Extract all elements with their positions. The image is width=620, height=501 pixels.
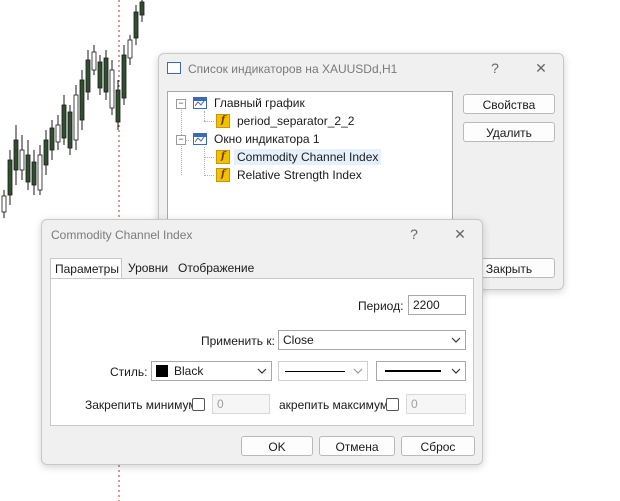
tree-item-rsi[interactable]: f Relative Strength Index [216,166,365,184]
tab-levels[interactable]: Уровни [124,258,174,278]
period-label: Период: [358,299,404,313]
chevron-down-icon [257,368,267,374]
candle-body [13,139,19,171]
candle-body [19,149,25,171]
chart-window-icon [193,97,207,109]
thin-line-icon [285,371,345,372]
candle-body [43,139,49,166]
period-field[interactable]: 2200 [408,295,466,315]
indicators-app-icon [167,62,181,74]
tree-item-label: Главный график [214,96,305,110]
candle-body [109,69,115,109]
candle-body [37,154,43,191]
candle-body [115,89,121,123]
candle-body [67,111,73,149]
apply-to-select[interactable]: Close [278,330,466,350]
candle-body [121,54,127,99]
close-icon[interactable]: ✕ [450,225,470,243]
candle-body [97,61,103,89]
style-color-value: Black [174,364,204,378]
tree-expander-main-chart[interactable]: − [176,99,186,109]
properties-button[interactable]: Свойства [463,94,555,114]
indicators-tree[interactable]: − − Главный график f period_separator_2_… [167,91,453,223]
delete-button[interactable]: Удалить [463,122,555,142]
close-icon[interactable]: ✕ [531,59,551,77]
candle-body [73,94,79,141]
tree-item-label: period_separator_2_2 [237,114,355,128]
tree-item-label: Relative Strength Index [237,168,362,182]
indicator-icon: f [216,168,230,182]
color-swatch [156,365,168,377]
candle-body [55,124,61,143]
line-width-select[interactable] [376,361,466,381]
style-color-select[interactable]: Black [151,361,272,381]
indicators-dialog-titlebar[interactable]: Список индикаторов на XAUUSDd,H1 ? ✕ [159,54,563,82]
candle-body [31,161,37,186]
cancel-button[interactable]: Отмена [319,436,395,456]
candle-body [61,104,67,139]
tree-item-cci[interactable]: f Commodity Channel Index [216,148,382,166]
fix-max-field[interactable]: 0 [406,394,466,414]
help-icon[interactable]: ? [404,225,424,243]
ok-button[interactable]: OK [241,436,313,456]
fix-max-label: акрепить максимум [279,398,389,412]
indicator-icon: f [216,114,230,128]
cci-dialog-titlebar[interactable]: Commodity Channel Index ? ✕ [42,220,482,248]
tree-expander-indicator-window[interactable]: − [176,135,186,145]
style-label: Стиль: [110,365,148,379]
candle-body [7,159,13,196]
tree-item-indicator-window[interactable]: Окно индикатора 1 [193,130,323,148]
candle-body [133,11,139,39]
tree-item-label: Commodity Channel Index [234,149,382,165]
reset-button[interactable]: Сброс [401,436,475,456]
candle-body [49,127,55,151]
chevron-down-icon [451,368,461,374]
candle-body [79,79,85,121]
candle-body [91,51,97,71]
tree-item-period-separator[interactable]: f period_separator_2_2 [216,112,357,130]
candle-body [1,195,7,213]
tab-display[interactable]: Отображение [174,258,254,278]
tab-parameters[interactable]: Параметры [50,258,122,279]
apply-to-label: Применить к: [201,334,275,348]
chevron-down-icon [353,368,363,374]
fix-max-checkbox[interactable] [386,398,399,411]
fix-min-checkbox[interactable] [192,398,205,411]
help-icon[interactable]: ? [485,59,505,77]
chevron-down-icon [451,337,461,343]
candle-body [127,39,133,59]
apply-to-value: Close [283,333,314,347]
candlesticks [1,0,145,218]
thick-line-icon [385,370,441,372]
indicators-dialog-title: Список индикаторов на XAUUSDd,H1 [188,62,398,76]
line-style-select[interactable] [278,361,368,381]
candle-body [139,1,145,16]
parameters-panel: Период: 2200 Применить к: Close Стиль: B… [50,278,474,426]
candle-body [25,154,31,183]
chart-window-icon [193,133,207,145]
indicator-icon: f [216,150,230,164]
cci-dialog: Commodity Channel Index ? ✕ Параметры Ур… [41,219,483,465]
tree-item-label: Окно индикатора 1 [214,132,320,146]
candle-body [103,57,109,93]
candle-body [85,59,91,93]
cci-dialog-title: Commodity Channel Index [51,228,193,242]
tree-item-main-chart[interactable]: Главный график [193,94,308,112]
fix-min-label: Закрепить минимум [85,398,197,412]
fix-min-field[interactable]: 0 [212,394,270,414]
